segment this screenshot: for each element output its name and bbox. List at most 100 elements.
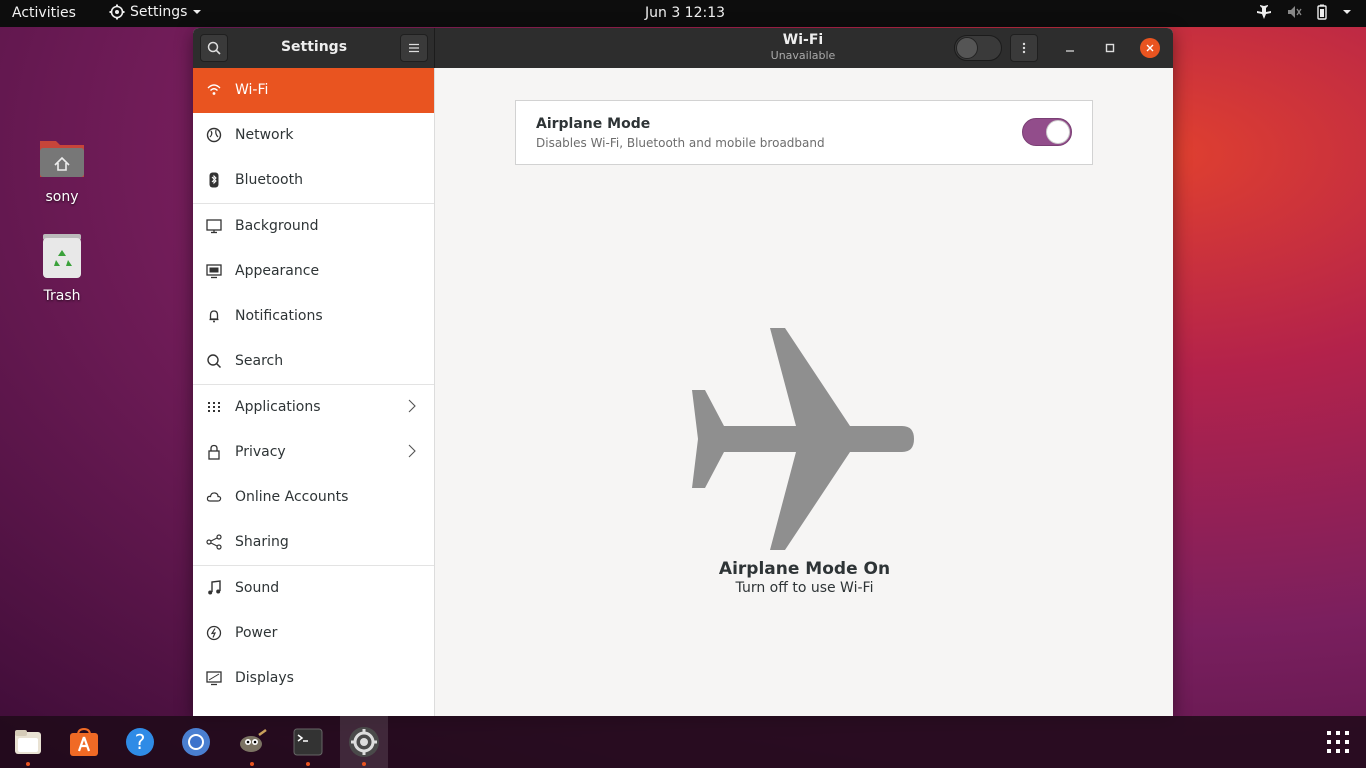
app-menu[interactable]: Settings bbox=[109, 4, 202, 20]
dock: ? bbox=[0, 716, 1366, 768]
sidebar-item-label: Sound bbox=[235, 580, 280, 596]
lock-icon bbox=[208, 444, 220, 460]
airplane-mode-toggle[interactable] bbox=[1022, 118, 1072, 146]
sidebar-item-privacy[interactable]: Privacy bbox=[193, 430, 434, 475]
appearance-icon bbox=[206, 264, 222, 279]
activities-button[interactable]: Activities bbox=[12, 5, 76, 21]
files-icon bbox=[15, 730, 41, 754]
system-tray[interactable] bbox=[1256, 4, 1352, 20]
sidebar-item-label: Power bbox=[235, 625, 278, 641]
close-button[interactable] bbox=[1140, 38, 1160, 58]
sidebar-item-label: Notifications bbox=[235, 308, 323, 324]
home-folder-icon bbox=[40, 141, 84, 177]
sidebar-item-label: Online Accounts bbox=[235, 489, 349, 505]
dock-software[interactable] bbox=[64, 722, 104, 762]
sidebar-item-label: Background bbox=[235, 218, 319, 234]
sidebar-item-wifi[interactable]: Wi-Fi bbox=[193, 68, 434, 113]
battery-icon bbox=[1317, 4, 1327, 20]
gimp-icon bbox=[240, 728, 267, 752]
sidebar-item-sharing[interactable]: Sharing bbox=[193, 520, 434, 565]
dock-gimp[interactable] bbox=[232, 722, 272, 766]
wifi-switch[interactable] bbox=[954, 35, 1002, 61]
sidebar-item-label: Network bbox=[235, 127, 294, 143]
maximize-button[interactable] bbox=[1100, 38, 1120, 58]
settings-window: Settings Wi-Fi Unavailable Wi-Fi Network… bbox=[193, 28, 1173, 716]
sidebar-item-label: Wi-Fi bbox=[235, 82, 269, 98]
panel-menu-button[interactable] bbox=[1010, 34, 1038, 62]
dock-chromium[interactable] bbox=[176, 722, 216, 762]
search-icon bbox=[207, 354, 222, 369]
vertical-dots-icon bbox=[1022, 42, 1026, 54]
show-applications-button[interactable] bbox=[1318, 722, 1358, 762]
maximize-icon bbox=[1105, 43, 1115, 53]
dock-terminal[interactable] bbox=[288, 722, 328, 766]
sidebar-item-label: Appearance bbox=[235, 263, 320, 279]
sidebar-item-appearance[interactable]: Appearance bbox=[193, 249, 434, 294]
desktop-icon-label: sony bbox=[45, 189, 79, 205]
clock[interactable]: Jun 3 12:13 bbox=[645, 5, 725, 21]
running-indicator bbox=[250, 762, 254, 766]
power-icon bbox=[206, 625, 222, 641]
sidebar-item-label: Sharing bbox=[235, 534, 289, 550]
settings-sidebar: Wi-Fi Network Bluetooth Background Appea… bbox=[193, 68, 435, 716]
sidebar-title: Settings bbox=[280, 39, 348, 55]
chevron-down-icon bbox=[193, 10, 202, 14]
desktop-icon-label: Trash bbox=[43, 288, 81, 304]
airplane-icon bbox=[692, 328, 914, 550]
display-icon bbox=[206, 671, 222, 686]
panel-header: Wi-Fi Unavailable bbox=[753, 32, 853, 62]
sidebar-item-label: Search bbox=[235, 353, 284, 369]
sidebar-item-displays[interactable]: Displays bbox=[193, 656, 434, 701]
running-indicator bbox=[26, 762, 30, 766]
running-indicator bbox=[306, 762, 310, 766]
chevron-right-icon bbox=[408, 444, 416, 458]
settings-icon bbox=[349, 727, 379, 757]
sidebar-item-background[interactable]: Background bbox=[193, 204, 434, 249]
bell-icon bbox=[209, 310, 219, 323]
wifi-panel: Airplane Mode Disables Wi-Fi, Bluetooth … bbox=[436, 68, 1173, 716]
chromium-icon bbox=[182, 728, 210, 756]
background-icon bbox=[206, 219, 222, 234]
panel-subtitle: Unavailable bbox=[770, 49, 836, 62]
dock-files[interactable] bbox=[8, 722, 48, 766]
sidebar-item-label: Bluetooth bbox=[235, 172, 303, 188]
sidebar-item-online-accounts[interactable]: Online Accounts bbox=[193, 475, 434, 520]
status-subtitle: Turn off to use Wi-Fi bbox=[735, 580, 874, 596]
sidebar-item-label: Applications bbox=[235, 399, 321, 415]
airplane-icon bbox=[1257, 5, 1271, 19]
sidebar-item-sound[interactable]: Sound bbox=[193, 566, 434, 611]
app-grid-icon bbox=[1327, 731, 1349, 753]
airplane-mode-row: Airplane Mode Disables Wi-Fi, Bluetooth … bbox=[515, 100, 1093, 165]
apps-grid-icon bbox=[208, 402, 220, 412]
sidebar-item-notifications[interactable]: Notifications bbox=[193, 294, 434, 339]
sidebar-header: Settings bbox=[193, 28, 435, 68]
cloud-icon bbox=[206, 492, 222, 502]
bluetooth-icon bbox=[209, 172, 219, 188]
sidebar-item-power[interactable]: Power bbox=[193, 611, 434, 656]
desktop-trash[interactable]: Trash bbox=[22, 232, 102, 304]
wifi-icon bbox=[207, 84, 221, 95]
trash-icon bbox=[43, 234, 81, 278]
help-icon: ? bbox=[126, 728, 154, 756]
dock-settings[interactable] bbox=[344, 722, 384, 766]
chevron-right-icon bbox=[408, 399, 416, 413]
airplane-mode-subtitle: Disables Wi-Fi, Bluetooth and mobile bro… bbox=[536, 136, 825, 150]
gear-icon bbox=[109, 4, 125, 20]
running-indicator bbox=[362, 762, 366, 766]
sidebar-item-network[interactable]: Network bbox=[193, 113, 434, 158]
sidebar-item-applications[interactable]: Applications bbox=[193, 385, 434, 430]
sidebar-item-label: Displays bbox=[235, 670, 294, 686]
network-icon bbox=[206, 127, 222, 143]
minimize-button[interactable] bbox=[1060, 38, 1080, 58]
software-store-icon bbox=[70, 727, 98, 756]
sidebar-item-search[interactable]: Search bbox=[193, 339, 434, 384]
dock-help[interactable]: ? bbox=[120, 722, 160, 762]
top-bar: Activities Settings Jun 3 12:13 bbox=[0, 0, 1366, 27]
share-icon bbox=[206, 534, 222, 550]
main-menu-button[interactable] bbox=[400, 34, 428, 62]
sidebar-item-bluetooth[interactable]: Bluetooth bbox=[193, 158, 434, 203]
status-title: Airplane Mode On bbox=[718, 559, 891, 579]
app-menu-label: Settings bbox=[130, 4, 188, 20]
desktop-home-folder[interactable]: sony bbox=[22, 133, 102, 205]
chevron-down-icon bbox=[1343, 10, 1351, 14]
